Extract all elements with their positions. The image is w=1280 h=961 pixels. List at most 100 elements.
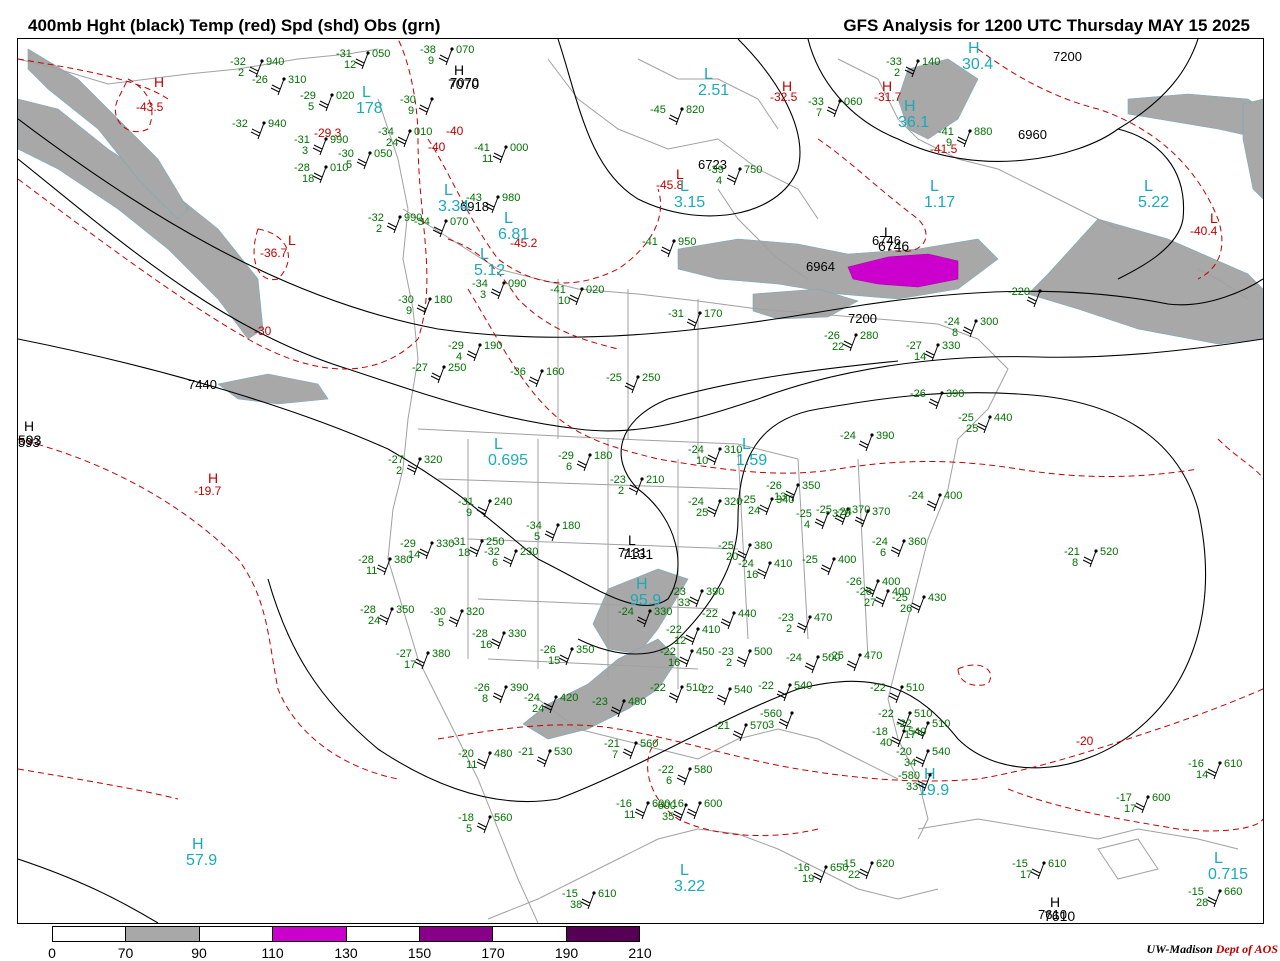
low-center-marker: L bbox=[680, 178, 689, 195]
station-dewpoint: 25 bbox=[696, 507, 708, 519]
station-dewpoint: 2 bbox=[376, 223, 382, 235]
station-dewpoint: 3 bbox=[768, 719, 774, 731]
station-temp: -25 bbox=[816, 504, 832, 516]
station-dewpoint: 22 bbox=[848, 869, 860, 881]
station-height: 160 bbox=[546, 366, 564, 378]
station-height: 440 bbox=[994, 412, 1012, 424]
station-plot: -24 400 bbox=[908, 490, 962, 512]
station-temp: -22 bbox=[650, 682, 666, 694]
station-height: 580 bbox=[694, 764, 712, 776]
high-center-marker: H bbox=[882, 78, 892, 94]
station-observations: -31 05012-32 9402-38 0709-29 0205-32 940-31 99… bbox=[230, 44, 1242, 911]
weather-map[interactable]: 7070 7200 6960 6918 6723 6746 6964 7200 … bbox=[17, 38, 1264, 924]
station-height: 060 bbox=[844, 96, 862, 108]
station-plot: -45 820 bbox=[650, 104, 704, 126]
height-label: 6964 bbox=[806, 259, 835, 274]
station-height: 880 bbox=[974, 126, 992, 138]
station-temp: -22 bbox=[702, 608, 718, 620]
station-height: 070 bbox=[456, 44, 474, 56]
low-center-marker: L bbox=[1214, 850, 1223, 867]
station-height: 390 bbox=[946, 388, 964, 400]
wind-barb bbox=[634, 802, 649, 820]
station-plot: -15 61017 bbox=[1012, 858, 1066, 881]
station-temp: -25 bbox=[606, 372, 622, 384]
station-plot: -22 510 bbox=[650, 682, 704, 704]
wind-barb bbox=[466, 344, 481, 362]
center-value: 5.22 bbox=[1138, 194, 1169, 211]
low-center-marker: L bbox=[494, 436, 503, 453]
wind-barb bbox=[668, 108, 683, 126]
station-plot: -23 5002 bbox=[718, 646, 772, 669]
station-height: 570 bbox=[750, 720, 768, 732]
wind-barb bbox=[430, 366, 445, 384]
station-dewpoint: 40 bbox=[880, 737, 892, 749]
station-plot: -39 7504 bbox=[708, 164, 762, 187]
credit-dept: Dept of AOS bbox=[1215, 942, 1278, 956]
low-center-marker: L bbox=[288, 232, 296, 248]
station-plot: -27 250 bbox=[412, 362, 466, 384]
center-value: 6746 bbox=[878, 238, 909, 254]
center-value: 593 bbox=[18, 432, 42, 448]
station-temp: -26 bbox=[910, 388, 926, 400]
station-dewpoint: 5 bbox=[308, 101, 314, 113]
station-plot: -21 5208 bbox=[1064, 546, 1118, 569]
station-height: 610 bbox=[1048, 858, 1066, 870]
center-value: 7070 bbox=[448, 76, 479, 92]
wind-barb bbox=[544, 524, 559, 542]
wind-barb bbox=[622, 742, 637, 760]
station-temp: -36 bbox=[510, 366, 526, 378]
station-height: 390 bbox=[706, 586, 724, 598]
wind-barb bbox=[736, 650, 751, 668]
station-plot: -24 31010 bbox=[688, 444, 742, 467]
station-dewpoint: 3 bbox=[480, 289, 486, 301]
station-dewpoint: 26 bbox=[900, 603, 912, 615]
station-height: 330 bbox=[654, 606, 672, 618]
wind-barb bbox=[492, 146, 507, 164]
wind-barb bbox=[354, 52, 369, 70]
station-plot: -27 33014 bbox=[906, 340, 960, 363]
station-plot: -22 540 bbox=[758, 680, 812, 702]
station-height: 660 bbox=[1224, 886, 1242, 898]
wind-barb bbox=[492, 686, 507, 704]
station-dewpoint: 6 bbox=[566, 461, 572, 473]
wind-barb bbox=[250, 122, 265, 140]
station-plot: -28 33016 bbox=[472, 628, 526, 651]
station-height: 350 bbox=[396, 604, 414, 616]
station-temp: -24 bbox=[840, 430, 856, 442]
station-dewpoint: 12 bbox=[344, 59, 356, 71]
station-plot: -25 250 bbox=[606, 372, 660, 394]
wind-barb bbox=[318, 94, 333, 112]
center-value: 7610 bbox=[1044, 908, 1075, 923]
colorbar-tick-label: 130 bbox=[334, 945, 358, 961]
station-temp: -34 bbox=[414, 216, 430, 228]
station-plot: -24 41016 bbox=[738, 558, 792, 581]
station-height: 250 bbox=[642, 372, 660, 384]
station-plot: -32 940 bbox=[232, 118, 286, 140]
station-temp: -24 bbox=[618, 606, 634, 618]
low-center-marker: L bbox=[1144, 178, 1153, 195]
colorbar-segment bbox=[419, 927, 494, 941]
center-value: 6.81 bbox=[498, 226, 529, 243]
station-plot: -17 60017 bbox=[1116, 792, 1170, 815]
station-plot: -24 3008 bbox=[944, 316, 998, 339]
station-dewpoint: 15 bbox=[548, 655, 560, 667]
wind-barb bbox=[890, 540, 905, 558]
wind-barb bbox=[376, 558, 391, 576]
wind-barb bbox=[418, 98, 433, 116]
temp-label: -30 bbox=[254, 324, 272, 338]
station-height: 000 bbox=[510, 142, 528, 154]
station-height: 750 bbox=[744, 164, 762, 176]
station-height: 400 bbox=[944, 490, 962, 502]
station-dewpoint: 11 bbox=[482, 153, 493, 165]
station-temp: -43 bbox=[466, 192, 482, 204]
wind-barb bbox=[502, 550, 517, 568]
station-height: 330 bbox=[508, 628, 526, 640]
wind-barb bbox=[842, 334, 857, 352]
station-dewpoint: 18 bbox=[458, 547, 470, 559]
wind-barb bbox=[914, 750, 929, 768]
wind-barb bbox=[476, 816, 491, 834]
station-plot: -22 540 bbox=[698, 684, 752, 706]
wind-barb bbox=[686, 802, 701, 820]
station-height: 520 bbox=[1100, 546, 1118, 558]
station-height: 170 bbox=[704, 308, 722, 320]
